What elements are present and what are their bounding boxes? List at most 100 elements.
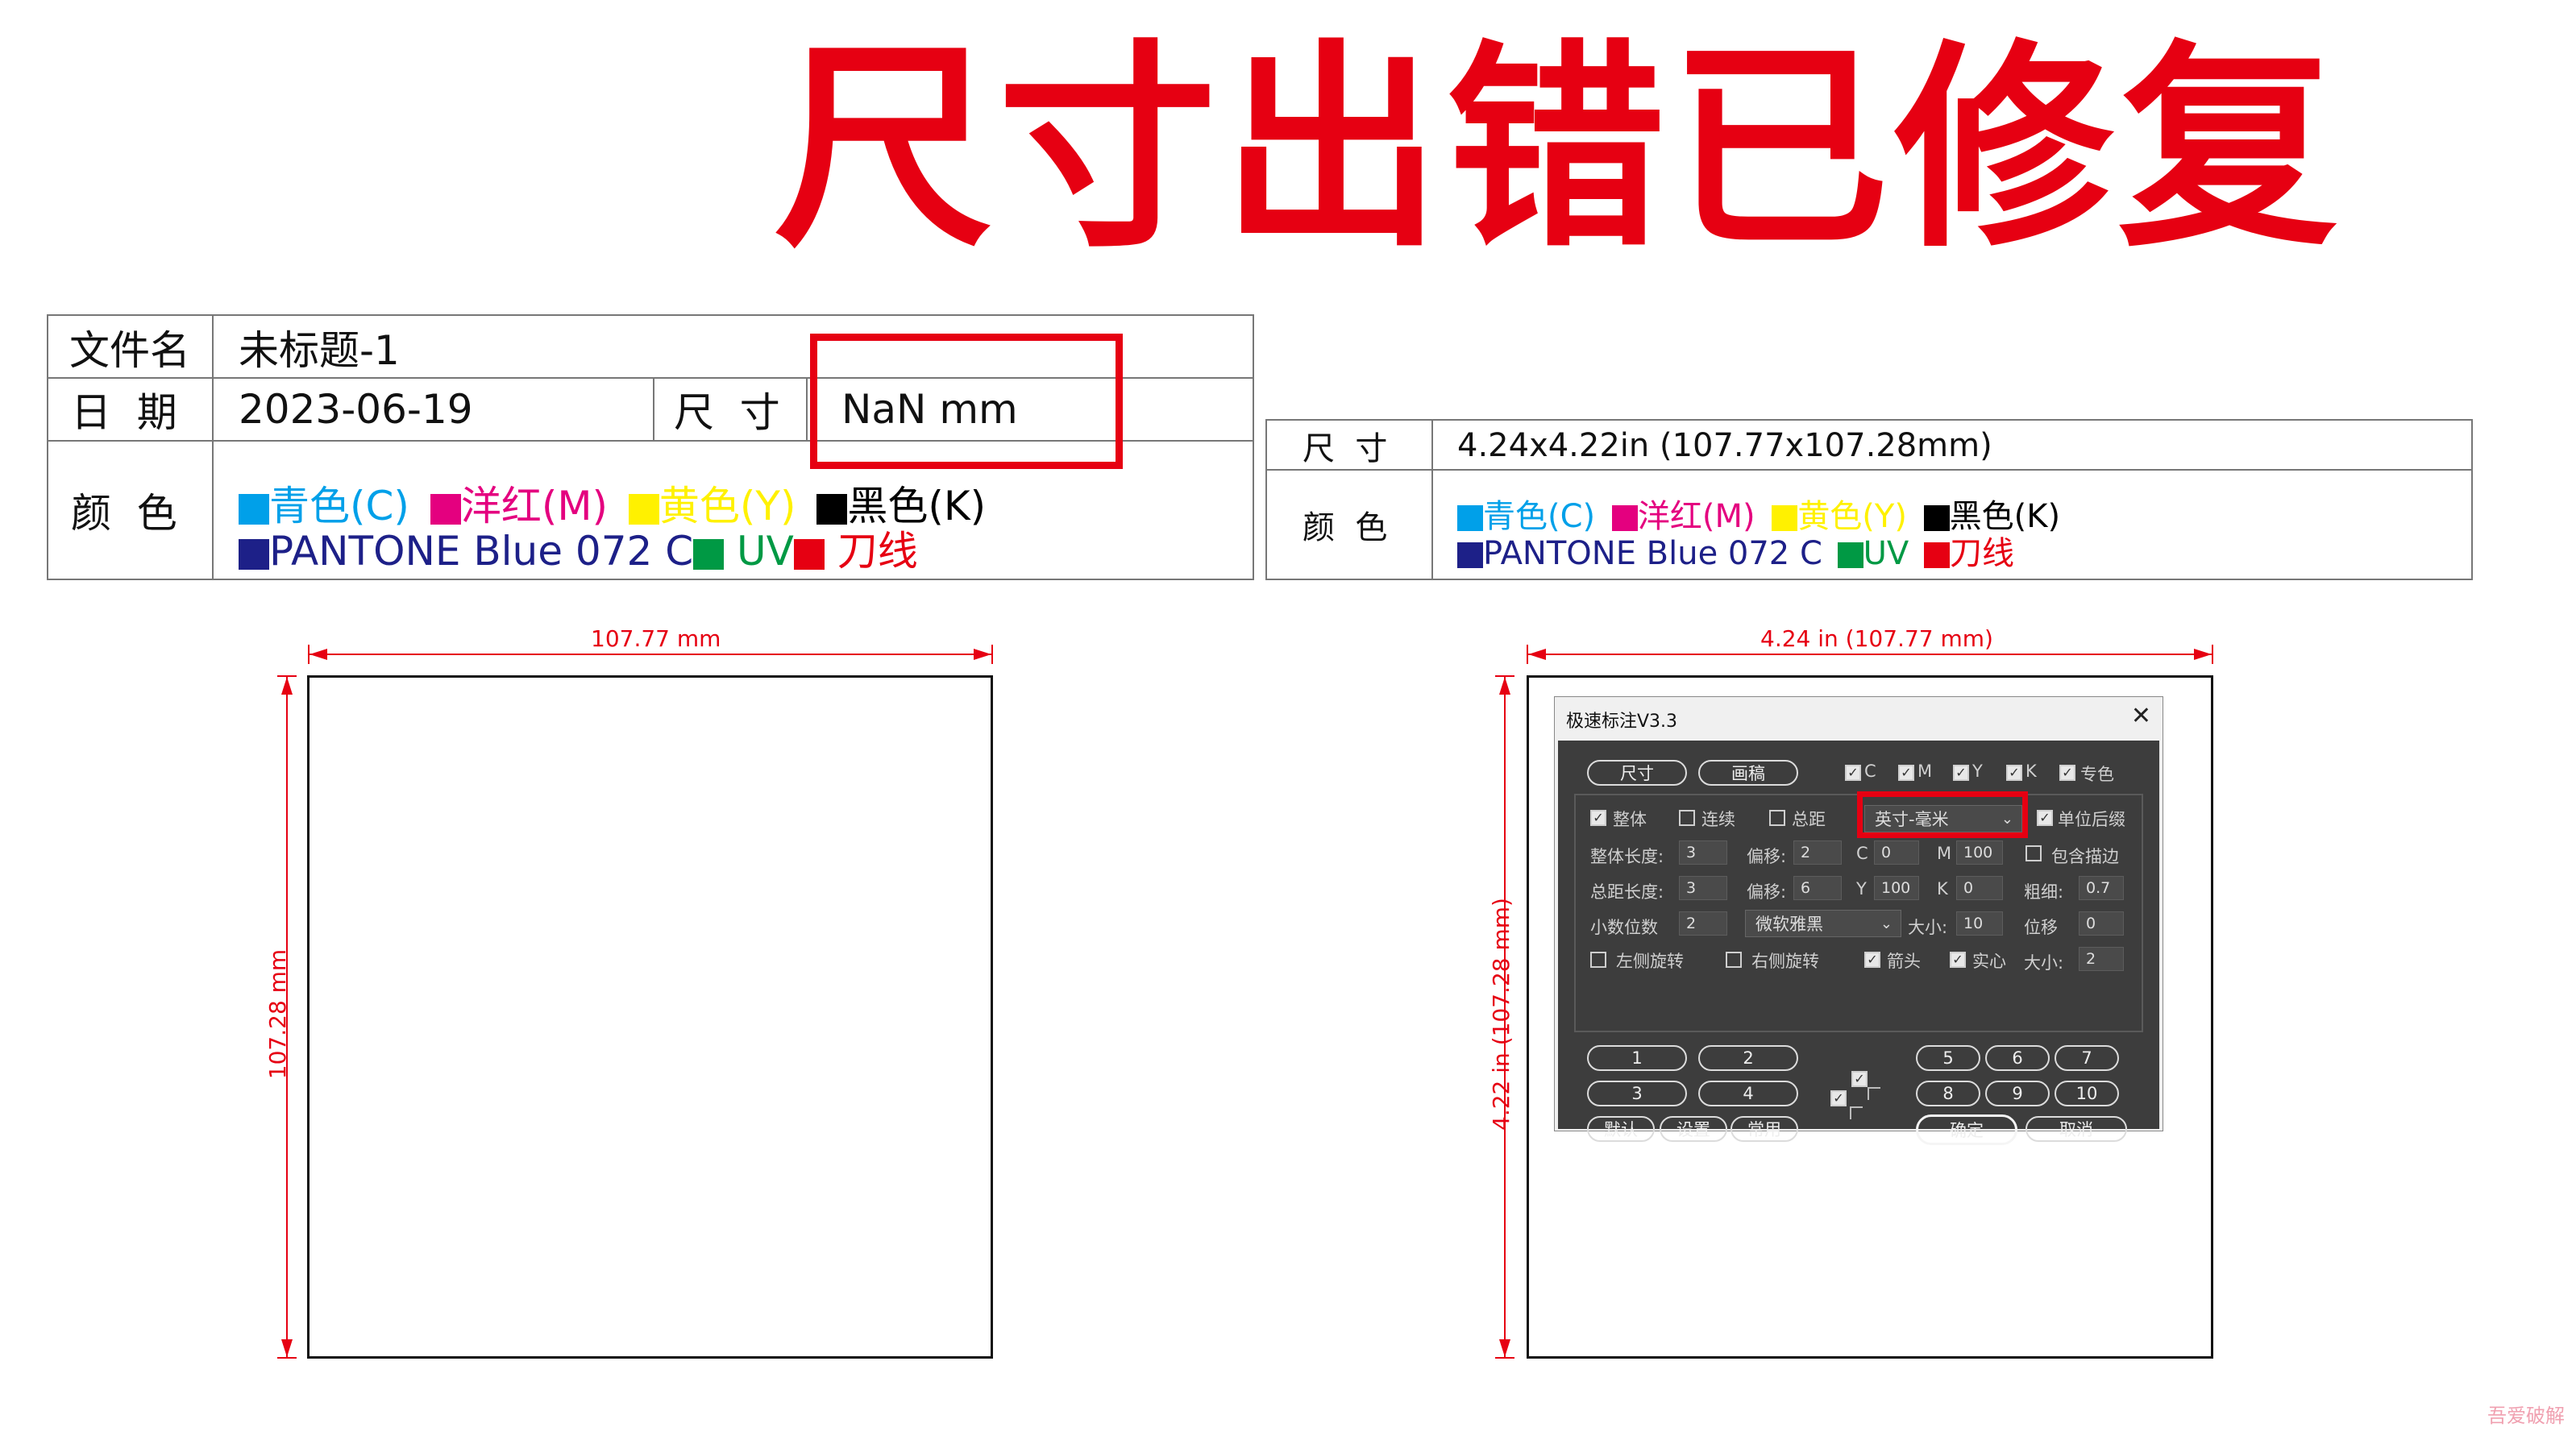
k-checkbox[interactable]: ✓: [2006, 765, 2022, 781]
arrow-right-icon: [2194, 649, 2212, 660]
color-line-2: PANTONE Blue 072 C UV 刀线: [239, 519, 918, 577]
total-length-input[interactable]: 3: [1679, 876, 1727, 900]
decimals-label: 小数位数: [1590, 918, 1658, 937]
whole-length-input[interactable]: 3: [1679, 840, 1727, 865]
right-rotate-checkbox[interactable]: [1726, 952, 1742, 968]
y-value-input[interactable]: 100: [1874, 876, 1919, 900]
decimals-input[interactable]: 2: [1679, 911, 1727, 936]
date-value: 2023-06-19: [239, 386, 473, 433]
position-left-checkbox[interactable]: ✓: [1830, 1090, 1847, 1106]
preset-2-button[interactable]: 2: [1698, 1045, 1798, 1071]
uv-swatch: [693, 538, 725, 570]
preset-7-button[interactable]: 7: [2055, 1045, 2119, 1071]
thickness-input[interactable]: 0.7: [2079, 876, 2124, 900]
cancel-button[interactable]: 取消: [2025, 1116, 2127, 1142]
arrow-up-icon: [1499, 677, 1510, 695]
total-label: 总距: [1792, 810, 1826, 829]
annotation-dialog: 极速标注V3.3 ✕ 尺寸 画稿 ✓ C ✓ M ✓ Y ✓ K ✓ 专色 ✓ …: [1554, 696, 2163, 1145]
font-size-label: 大小:: [1908, 918, 1948, 937]
right-color-line-2: PANTONE Blue 072 C UV 刀线: [1457, 527, 2014, 574]
dieline-swatch: [793, 538, 825, 570]
c-value-label: C: [1856, 844, 1868, 863]
size-mode-button[interactable]: 尺寸: [1587, 760, 1687, 786]
right-height-label: 4.22 in (107.28 mm): [1487, 898, 1514, 1131]
close-icon[interactable]: ✕: [2131, 702, 2151, 730]
arrow-down-icon: [1499, 1339, 1510, 1357]
uv-swatch: [1837, 542, 1863, 568]
whole-length-label: 整体长度:: [1590, 847, 1664, 866]
include-stroke-checkbox[interactable]: [2025, 845, 2042, 861]
shift-input[interactable]: 0: [2079, 911, 2124, 936]
font-size-input[interactable]: 10: [1956, 911, 2003, 936]
whole-checkbox[interactable]: ✓: [1590, 810, 1606, 826]
right-info-table: 尺 寸 4.24x4.22in (107.77x107.28mm) 颜 色 青色…: [1265, 419, 2473, 580]
preset-8-button[interactable]: 8: [1916, 1081, 1980, 1106]
k-value-input[interactable]: 0: [1956, 876, 2003, 900]
date-label: 日 期: [71, 389, 177, 436]
offset1-input[interactable]: 2: [1793, 840, 1842, 865]
unit-suffix-checkbox[interactable]: ✓: [2037, 810, 2053, 826]
left-rotate-label: 左侧旋转: [1616, 952, 1684, 971]
settings-button[interactable]: 设置: [1660, 1116, 1727, 1142]
preset-6-button[interactable]: 6: [1985, 1045, 2050, 1071]
arrow-right-icon: [974, 649, 991, 660]
dieline-label: 刀线: [837, 528, 918, 575]
arrow-checkbox[interactable]: ✓: [1864, 952, 1880, 968]
font-select[interactable]: 微软雅黑 ⌄: [1745, 910, 1901, 937]
dieline-swatch: [1923, 542, 1950, 568]
ok-button[interactable]: 确定: [1916, 1114, 2017, 1145]
include-stroke-label: 包含描边: [2051, 847, 2119, 866]
common-button[interactable]: 常用: [1730, 1116, 1798, 1142]
preset-1-button[interactable]: 1: [1587, 1045, 1687, 1071]
solid-label: 实心: [1972, 952, 2006, 971]
right-width-label: 4.24 in (107.77 mm): [1760, 625, 1993, 652]
headline: 尺寸出错已修复: [774, 23, 2342, 277]
continuous-label: 连续: [1701, 810, 1735, 829]
c-checkbox[interactable]: ✓: [1845, 765, 1861, 781]
arrow-size-label: 大小:: [2024, 953, 2064, 973]
font-select-value: 微软雅黑: [1755, 915, 1823, 934]
unit-suffix-label: 单位后缀: [2058, 810, 2125, 829]
m-value-label: M: [1937, 844, 1952, 863]
left-rotate-checkbox[interactable]: [1590, 952, 1606, 968]
preset-3-button[interactable]: 3: [1587, 1081, 1687, 1106]
offset2-input[interactable]: 6: [1793, 876, 1842, 900]
m-checkbox[interactable]: ✓: [1898, 765, 1914, 781]
m-check-label: M: [1917, 762, 1933, 781]
pantone-label: PANTONE Blue 072 C: [1483, 535, 1822, 572]
preset-9-button[interactable]: 9: [1985, 1081, 2050, 1106]
color-label: 颜 色: [71, 490, 177, 537]
total-checkbox[interactable]: [1769, 810, 1785, 826]
y-check-label: Y: [1972, 762, 1983, 781]
offset-label: 偏移:: [1747, 847, 1787, 866]
pantone-swatch: [1457, 542, 1483, 568]
total-length-label: 总距长度:: [1590, 882, 1664, 902]
whole-label: 整体: [1613, 810, 1647, 829]
filename-label: 文件名: [69, 327, 190, 374]
canvas-mode-button[interactable]: 画稿: [1698, 760, 1798, 786]
unit-select-highlight: [1857, 791, 2028, 838]
spot-check-label: 专色: [2080, 765, 2114, 784]
dieline-label: 刀线: [1949, 535, 2014, 572]
dialog-title: 极速标注V3.3: [1566, 712, 1678, 732]
y-checkbox[interactable]: ✓: [1953, 765, 1969, 781]
right-size-value: 4.24x4.22in (107.77x107.28mm): [1457, 427, 1992, 464]
preset-10-button[interactable]: 10: [2055, 1081, 2119, 1106]
preset-4-button[interactable]: 4: [1698, 1081, 1798, 1106]
left-width-label: 107.77 mm: [591, 625, 721, 652]
c-check-label: C: [1864, 762, 1876, 781]
c-value-input[interactable]: 0: [1874, 840, 1919, 865]
solid-checkbox[interactable]: ✓: [1950, 952, 1966, 968]
uv-label: UV: [1863, 535, 1909, 572]
preset-5-button[interactable]: 5: [1916, 1045, 1980, 1071]
continuous-checkbox[interactable]: [1679, 810, 1695, 826]
k-check-label: K: [2025, 762, 2037, 781]
position-top-checkbox[interactable]: ✓: [1851, 1071, 1868, 1087]
arrow-size-input[interactable]: 2: [2079, 947, 2124, 971]
default-button[interactable]: 默认: [1587, 1116, 1655, 1142]
group-border: [1574, 794, 1576, 1032]
group-border: [2142, 794, 2143, 1032]
group-border: [1574, 1031, 2143, 1032]
m-value-input[interactable]: 100: [1956, 840, 2003, 865]
spot-checkbox[interactable]: ✓: [2059, 765, 2075, 781]
